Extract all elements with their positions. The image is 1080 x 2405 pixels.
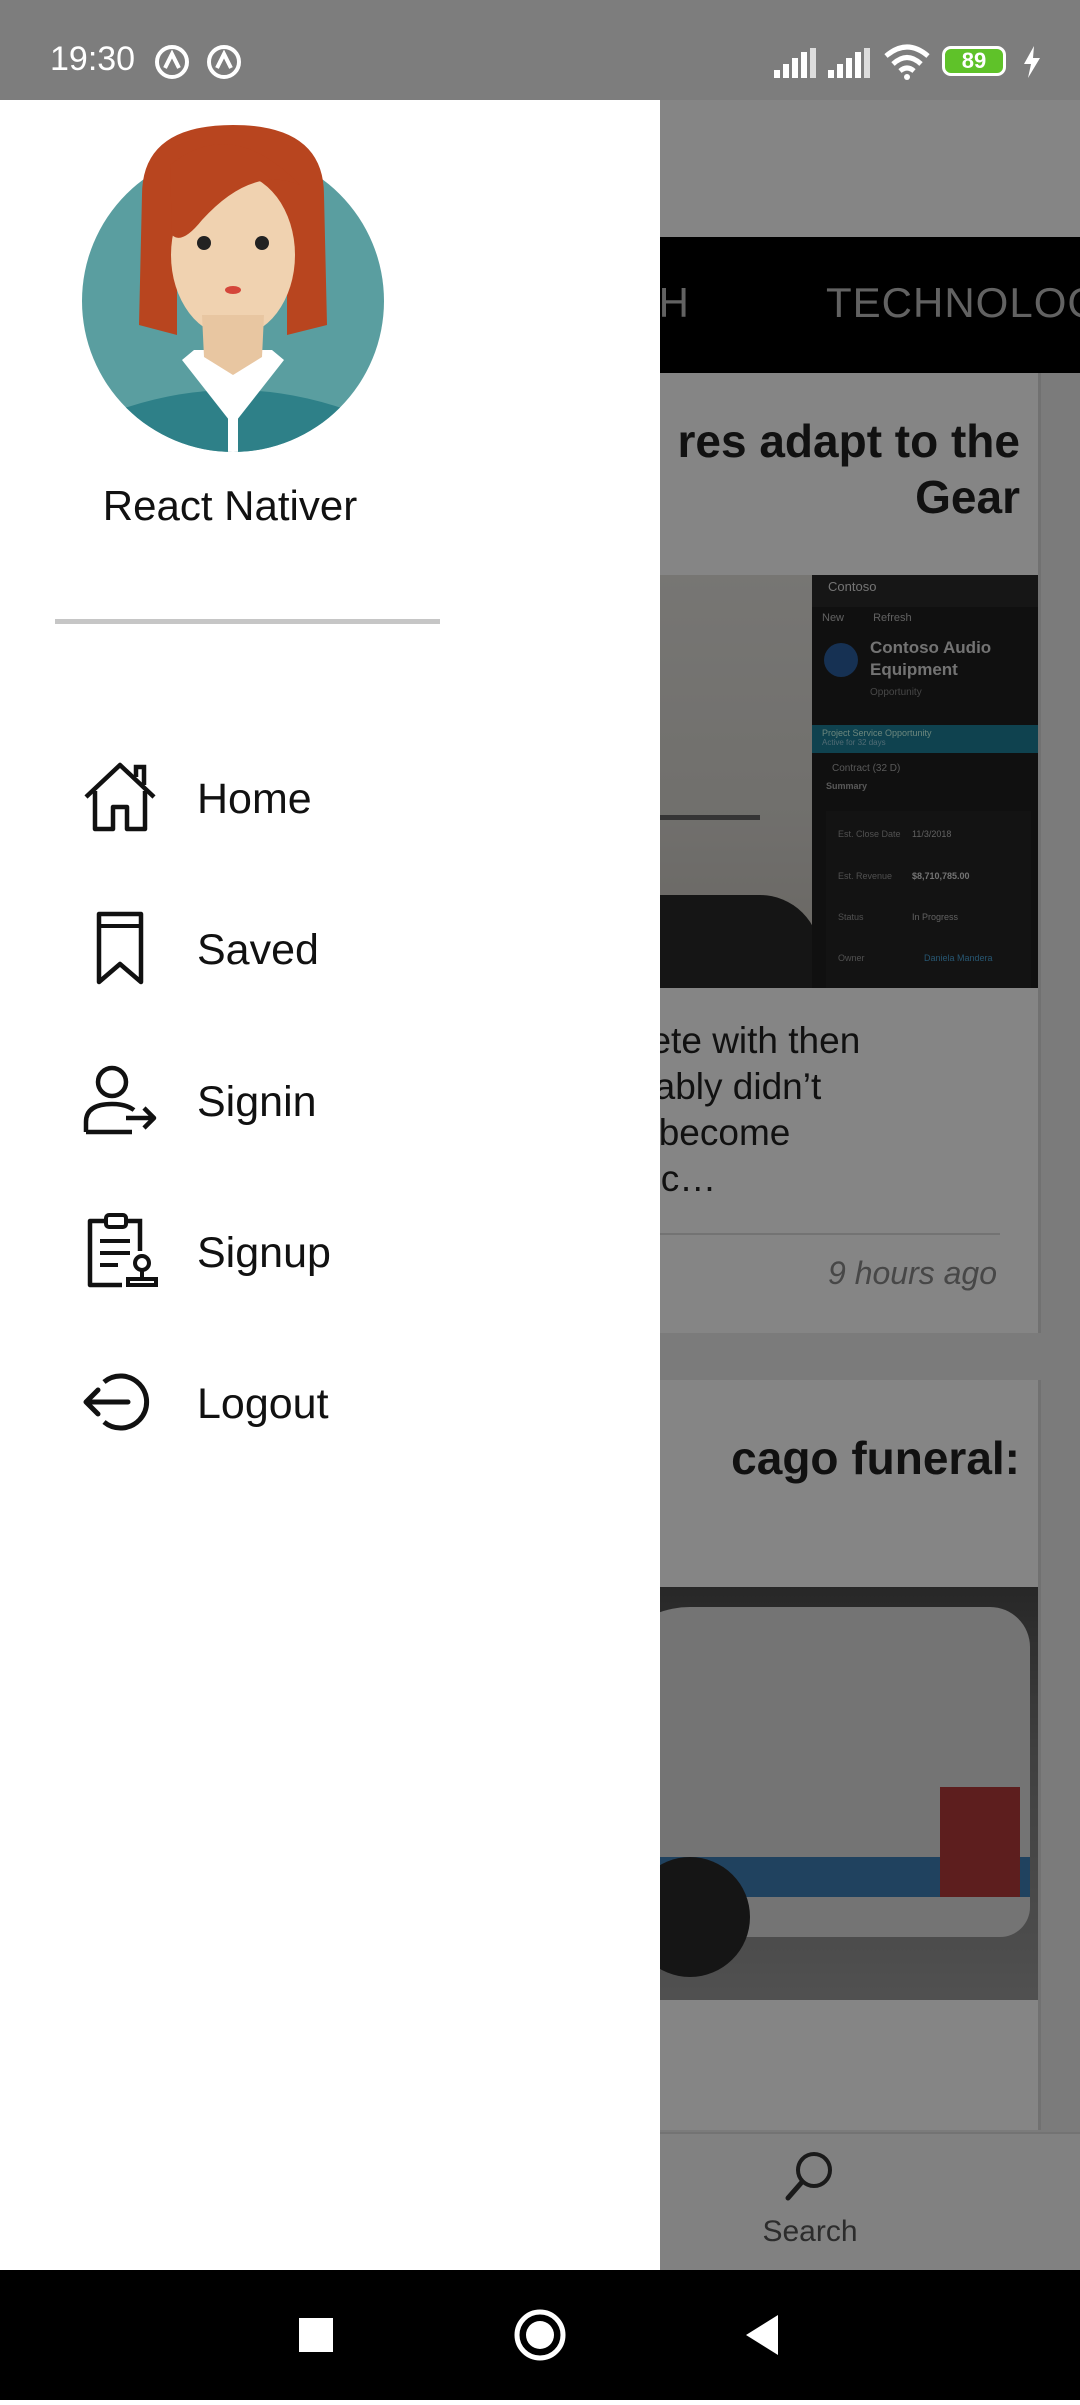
notification-icon <box>155 45 189 79</box>
avatar <box>82 125 384 452</box>
home-icon <box>84 762 156 832</box>
drawer-item-label: Signin <box>197 1078 317 1126</box>
signal-icon <box>774 48 816 78</box>
signal-icon <box>828 48 870 78</box>
charging-icon <box>1024 46 1040 78</box>
wifi-icon <box>884 44 930 80</box>
back-button[interactable] <box>702 2270 822 2400</box>
system-nav-bar <box>0 2270 1080 2400</box>
bookmark-icon <box>96 911 144 985</box>
navigation-drawer: React Nativer Home Saved Signin Signup L… <box>0 100 660 2270</box>
drawer-item-logout[interactable]: Logout <box>0 1342 660 1472</box>
status-time: 19:30 <box>50 40 136 78</box>
drawer-item-signin[interactable]: Signin <box>0 1040 660 1170</box>
home-button[interactable] <box>480 2270 600 2400</box>
notification-icon <box>207 45 241 79</box>
signin-icon <box>83 1065 157 1135</box>
square-icon <box>299 2318 333 2352</box>
drawer-item-label: Saved <box>197 926 319 974</box>
back-triangle-icon <box>746 2315 778 2355</box>
battery-icon: 89 <box>942 46 1006 76</box>
profile-name: React Nativer <box>102 482 358 529</box>
drawer-item-label: Signup <box>197 1229 331 1277</box>
drawer-item-label: Logout <box>197 1380 329 1428</box>
signup-icon <box>87 1213 158 1288</box>
drawer-item-signup[interactable]: Signup <box>0 1191 660 1321</box>
circle-icon <box>514 2309 566 2361</box>
battery-level: 89 <box>961 48 987 73</box>
logout-icon <box>83 1373 150 1431</box>
drawer-item-saved[interactable]: Saved <box>0 888 660 1018</box>
recents-button[interactable] <box>256 2270 376 2400</box>
drawer-item-home[interactable]: Home <box>0 737 660 867</box>
status-bar: 19:30 89 <box>0 0 1080 100</box>
drawer-item-label: Home <box>197 775 312 823</box>
drawer-divider <box>55 619 440 624</box>
